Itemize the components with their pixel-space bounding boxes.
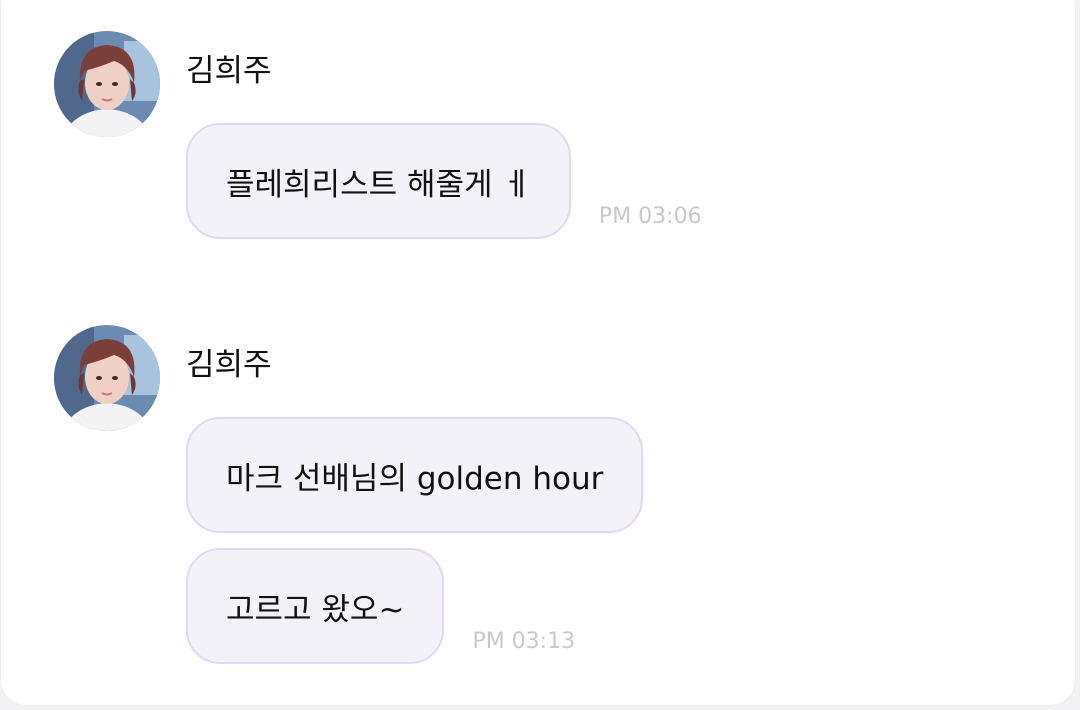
message-bubble[interactable]: 마크 선배님의 golden hour — [186, 417, 644, 533]
avatar-icon — [54, 31, 160, 137]
message-row: 고르고 왔오~ PM 03:13 — [186, 548, 575, 664]
avatar-icon — [54, 325, 160, 431]
avatar[interactable] — [54, 31, 160, 137]
message-row: 마크 선배님의 golden hour — [186, 417, 644, 533]
sender-name: 김희주 — [186, 347, 272, 383]
message-time: PM 03:13 — [472, 629, 576, 654]
sender-name: 김희주 — [186, 53, 272, 89]
message-bubble[interactable]: 고르고 왔오~ — [186, 548, 445, 664]
avatar[interactable] — [54, 325, 160, 431]
message-row: 플레희리스트 해줄게 ㅔ PM 03:06 — [186, 123, 702, 239]
message-bubble[interactable]: 플레희리스트 해줄게 ㅔ — [186, 123, 571, 239]
message-time: PM 03:06 — [598, 204, 702, 229]
